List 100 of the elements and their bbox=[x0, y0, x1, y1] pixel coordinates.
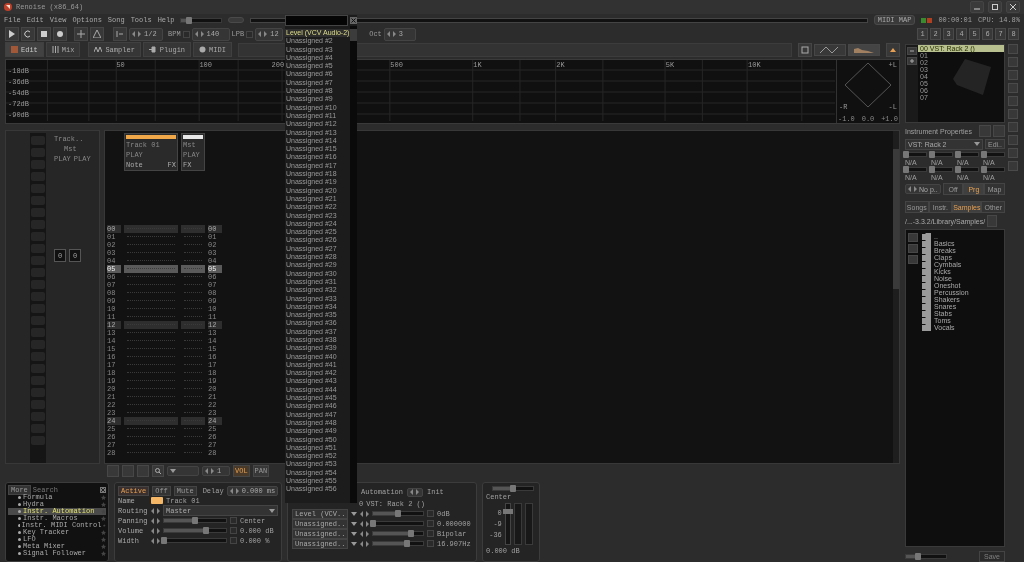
record-button[interactable] bbox=[53, 27, 67, 41]
star-icon[interactable] bbox=[101, 537, 106, 542]
add-button[interactable] bbox=[907, 57, 917, 65]
pattern-tool-button[interactable] bbox=[107, 465, 119, 477]
note-cell[interactable] bbox=[124, 225, 178, 233]
maximize-button[interactable] bbox=[988, 1, 1002, 13]
clear-icon[interactable] bbox=[100, 486, 106, 493]
stepper-arrows-icon[interactable] bbox=[360, 530, 369, 537]
level-meter bbox=[513, 503, 522, 545]
stepper-arrows-icon[interactable] bbox=[908, 186, 917, 192]
scope-view-button[interactable] bbox=[814, 43, 846, 56]
stepper-arrows-icon[interactable] bbox=[205, 468, 214, 474]
checkbox[interactable] bbox=[427, 510, 434, 517]
slider[interactable] bbox=[931, 152, 953, 157]
scope-button[interactable] bbox=[798, 42, 812, 57]
collapse-button[interactable] bbox=[886, 42, 900, 57]
note-cell[interactable] bbox=[181, 321, 205, 329]
metronome-button[interactable] bbox=[74, 27, 88, 41]
slider[interactable] bbox=[163, 528, 227, 533]
loop-button[interactable] bbox=[21, 27, 35, 41]
star-icon[interactable] bbox=[101, 551, 106, 556]
note-cell[interactable] bbox=[181, 417, 205, 425]
stepper-arrows-icon[interactable] bbox=[410, 489, 419, 495]
checkbox[interactable] bbox=[230, 537, 237, 544]
selector-field[interactable] bbox=[167, 466, 199, 476]
caret-icon[interactable] bbox=[974, 142, 980, 146]
volume-fader[interactable] bbox=[504, 503, 511, 545]
close-icon[interactable] bbox=[350, 17, 357, 24]
checkbox[interactable] bbox=[427, 540, 434, 547]
stepper-arrows-icon[interactable] bbox=[151, 537, 160, 544]
checkbox[interactable] bbox=[182, 30, 190, 38]
play-icon bbox=[8, 30, 16, 38]
play-button[interactable] bbox=[5, 27, 19, 41]
caret-icon[interactable] bbox=[269, 508, 275, 513]
pan-slider[interactable] bbox=[492, 486, 534, 491]
browse-button[interactable] bbox=[987, 215, 998, 227]
slider[interactable] bbox=[931, 167, 953, 172]
stepper-arrows-icon[interactable] bbox=[151, 507, 160, 514]
stop-button[interactable] bbox=[37, 27, 51, 41]
filter-field[interactable] bbox=[285, 15, 348, 26]
caret-icon[interactable] bbox=[170, 469, 176, 473]
stepper-arrows-icon[interactable] bbox=[386, 31, 396, 37]
star-icon[interactable] bbox=[101, 544, 106, 549]
star-icon[interactable] bbox=[101, 509, 106, 514]
stepper-arrows-icon[interactable] bbox=[151, 527, 160, 534]
star-icon[interactable] bbox=[101, 502, 106, 507]
follow-button[interactable] bbox=[90, 27, 104, 41]
stop-icon bbox=[40, 30, 48, 38]
stepper-arrows-icon[interactable] bbox=[151, 517, 160, 524]
slider[interactable] bbox=[983, 152, 1005, 157]
stepper-arrows-icon[interactable] bbox=[360, 520, 369, 527]
preset-field[interactable] bbox=[407, 487, 423, 497]
minimize-button[interactable] bbox=[970, 1, 984, 13]
slider[interactable] bbox=[905, 167, 927, 172]
color-swatch[interactable] bbox=[151, 497, 163, 504]
checkbox[interactable] bbox=[427, 530, 434, 537]
star-icon[interactable] bbox=[101, 530, 106, 535]
slider[interactable] bbox=[983, 167, 1005, 172]
search-button[interactable] bbox=[152, 465, 164, 477]
stepper-arrows-icon[interactable] bbox=[258, 31, 268, 37]
slider[interactable] bbox=[163, 538, 227, 543]
list-view-button[interactable] bbox=[979, 125, 991, 137]
slider[interactable] bbox=[957, 167, 979, 172]
checkbox[interactable] bbox=[427, 520, 434, 527]
midi-icon bbox=[199, 46, 207, 53]
note-cell[interactable] bbox=[181, 265, 205, 273]
note-cell[interactable] bbox=[124, 417, 178, 425]
stepper-arrows-icon[interactable] bbox=[132, 31, 141, 37]
bullet-icon bbox=[18, 538, 21, 541]
stepper-arrows-icon[interactable] bbox=[360, 540, 369, 547]
pattern-tool-button[interactable] bbox=[122, 465, 134, 477]
wave-icon bbox=[820, 46, 840, 53]
stepper-arrows-icon[interactable] bbox=[360, 510, 369, 517]
bullet-icon bbox=[18, 552, 21, 555]
slider[interactable] bbox=[905, 152, 927, 157]
note-cell[interactable] bbox=[181, 225, 205, 233]
slider[interactable] bbox=[180, 17, 223, 23]
spectrum-view-button[interactable] bbox=[848, 43, 880, 56]
slider[interactable] bbox=[905, 553, 947, 559]
stepper-arrows-icon[interactable] bbox=[194, 31, 204, 37]
note-cell[interactable] bbox=[124, 321, 178, 329]
slider[interactable] bbox=[957, 152, 979, 157]
slider[interactable] bbox=[372, 521, 424, 526]
note-cell[interactable] bbox=[124, 265, 178, 273]
edit-step-button[interactable] bbox=[113, 27, 127, 41]
star-icon[interactable] bbox=[101, 495, 106, 500]
slider[interactable] bbox=[372, 541, 424, 546]
slider[interactable] bbox=[372, 531, 424, 536]
checkbox[interactable] bbox=[230, 527, 237, 534]
slider[interactable] bbox=[372, 511, 424, 516]
stepper-arrows-icon[interactable] bbox=[229, 487, 239, 494]
remove-button[interactable] bbox=[907, 47, 917, 55]
scrollbar[interactable] bbox=[350, 26, 357, 503]
scrollbar[interactable] bbox=[893, 131, 899, 463]
close-button[interactable] bbox=[1006, 1, 1020, 13]
checkbox[interactable] bbox=[230, 517, 237, 524]
slider-handle[interactable] bbox=[228, 17, 245, 23]
star-icon[interactable] bbox=[101, 516, 106, 521]
checkbox[interactable] bbox=[246, 30, 254, 38]
slider[interactable] bbox=[163, 518, 227, 523]
